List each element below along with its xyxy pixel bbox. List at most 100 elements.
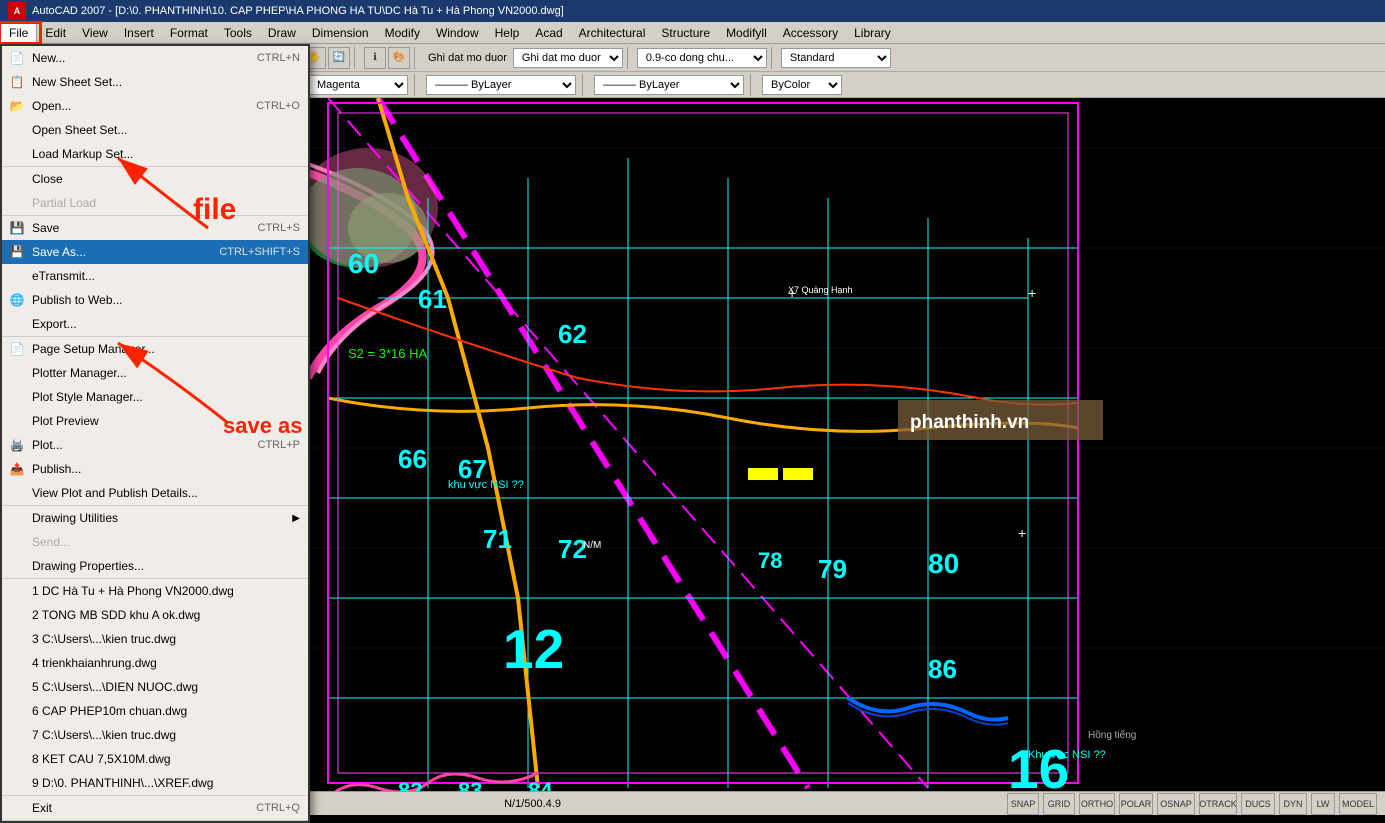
svg-text:16: 16 <box>1008 738 1069 791</box>
svg-text:86: 86 <box>928 654 957 684</box>
svg-text:+: + <box>1018 525 1026 541</box>
menu-accessory[interactable]: Accessory <box>775 22 846 43</box>
tb-standard-select[interactable]: Standard <box>781 48 891 68</box>
file-dropdown-menu: 📄 New... CTRL+N 📋 New Sheet Set... 📂 Ope… <box>0 44 310 823</box>
color-select[interactable]: Magenta <box>308 75 408 95</box>
menu-acad[interactable]: Acad <box>527 22 570 43</box>
linetype-select1[interactable]: ——— ByLayer <box>426 75 576 95</box>
sb-lw[interactable]: LW <box>1311 793 1335 815</box>
publishweb-icon: 🌐 <box>8 291 26 309</box>
menu-edit[interactable]: Edit <box>37 22 74 43</box>
menu-item-plottermgr[interactable]: Plotter Manager... <box>2 361 308 385</box>
menu-tools[interactable]: Tools <box>216 22 260 43</box>
svg-text:83: 83 <box>458 778 482 791</box>
svg-text:X7 Quảng Hạnh: X7 Quảng Hạnh <box>788 285 853 295</box>
sb-ortho[interactable]: ORTHO <box>1079 793 1115 815</box>
tb-text-select[interactable]: Ghi dat mo duor <box>513 48 623 68</box>
menu-insert[interactable]: Insert <box>116 22 162 43</box>
svg-text:84: 84 <box>528 778 553 791</box>
menu-window[interactable]: Window <box>428 22 487 43</box>
menu-section-new: 📄 New... CTRL+N 📋 New Sheet Set... 📂 Ope… <box>2 46 308 167</box>
menu-item-pagesetup[interactable]: 📄 Page Setup Manager... <box>2 337 308 361</box>
tb-scale-select[interactable]: 0.9-co dong chu... <box>637 48 767 68</box>
menu-item-drawprops[interactable]: Drawing Properties... <box>2 554 308 578</box>
menu-item-recent1[interactable]: 1 DC Hà Tu + Hà Phong VN2000.dwg <box>2 579 308 603</box>
menu-item-recent7[interactable]: 7 C:\Users\...\kien truc.dwg <box>2 723 308 747</box>
menu-help[interactable]: Help <box>487 22 528 43</box>
menu-item-open[interactable]: 📂 Open... CTRL+O <box>2 94 308 118</box>
sb-model[interactable]: MODEL <box>1339 793 1377 815</box>
menu-item-new[interactable]: 📄 New... CTRL+N <box>2 46 308 70</box>
menu-item-partialload: Partial Load <box>2 191 308 215</box>
menu-item-recent4[interactable]: 4 trienkhaianhrung.dwg <box>2 651 308 675</box>
tb-sep7 <box>771 47 777 69</box>
new-icon: 📄 <box>8 49 26 67</box>
menu-item-recent5[interactable]: 5 C:\Users\...\DIEN NUOC.dwg <box>2 675 308 699</box>
menu-item-plotpreview[interactable]: Plot Preview <box>2 409 308 433</box>
svg-text:80: 80 <box>928 548 959 579</box>
svg-text:S2 = 3*16 HA: S2 = 3*16 HA <box>348 346 427 361</box>
sb-ducs[interactable]: DUCS <box>1241 793 1275 815</box>
sb-otrack[interactable]: OTRACK <box>1199 793 1237 815</box>
menu-item-plotstyle[interactable]: Plot Style Manager... <box>2 385 308 409</box>
menu-file[interactable]: File <box>0 22 37 43</box>
menu-library[interactable]: Library <box>846 22 899 43</box>
tb-sep-layer3 <box>582 74 588 96</box>
linecolor-select[interactable]: ByColor <box>762 75 842 95</box>
menu-item-publishweb[interactable]: 🌐 Publish to Web... <box>2 288 308 312</box>
menu-item-loadmarkup[interactable]: Load Markup Set... <box>2 142 308 166</box>
sb-grid[interactable]: GRID <box>1043 793 1075 815</box>
menu-structure[interactable]: Structure <box>653 22 718 43</box>
menu-item-recent6[interactable]: 6 CAP PHEP10m chuan.dwg <box>2 699 308 723</box>
menu-item-viewplotdetails[interactable]: View Plot and Publish Details... <box>2 481 308 505</box>
menu-item-recent9[interactable]: 9 D:\0. PHANTHINH\...\XREF.dwg <box>2 771 308 795</box>
sb-osnap[interactable]: OSNAP <box>1157 793 1195 815</box>
menu-section-close: Close Partial Load <box>2 167 308 216</box>
svg-text:Khu vực NSI ??: Khu vực NSI ?? <box>1028 749 1106 761</box>
sb-snap[interactable]: SNAP <box>1007 793 1039 815</box>
svg-text:12: 12 <box>503 618 564 680</box>
menu-item-recent2[interactable]: 2 TONG MB SDD khu A ok.dwg <box>2 603 308 627</box>
tb-3d-orbit[interactable]: 🔄 <box>328 47 350 69</box>
menu-item-recent3[interactable]: 3 C:\Users\...\kien truc.dwg <box>2 627 308 651</box>
svg-text:62: 62 <box>558 319 587 349</box>
menu-item-close[interactable]: Close <box>2 167 308 191</box>
menu-item-publish[interactable]: 📤 Publish... <box>2 457 308 481</box>
sb-polar[interactable]: POLAR <box>1119 793 1153 815</box>
newsheetset-icon: 📋 <box>8 73 26 91</box>
menu-item-plot[interactable]: 🖨️ Plot... CTRL+P <box>2 433 308 457</box>
menu-item-etransmit[interactable]: eTransmit... <box>2 264 308 288</box>
menu-view[interactable]: View <box>74 22 116 43</box>
pagesetup-icon: 📄 <box>8 340 26 358</box>
menu-modifyll[interactable]: Modifyll <box>718 22 775 43</box>
tb-sep-layer4 <box>750 74 756 96</box>
svg-text:78: 78 <box>758 548 782 573</box>
svg-text:71: 71 <box>483 524 512 554</box>
svg-text:phanthinh.vn: phanthinh.vn <box>910 412 1029 433</box>
menu-item-exit[interactable]: Exit CTRL+Q <box>2 796 308 820</box>
menu-architectural[interactable]: Architectural <box>571 22 654 43</box>
saveas-icon: 💾 <box>8 243 26 261</box>
menubar: File Edit View Insert Format Tools Draw … <box>0 22 1385 44</box>
menu-modify[interactable]: Modify <box>377 22 428 43</box>
menu-item-opensheetset[interactable]: Open Sheet Set... <box>2 118 308 142</box>
tb-text-label: Ghi dat mo duor <box>428 52 507 64</box>
app-logo: A <box>8 2 26 20</box>
sb-dyn[interactable]: DYN <box>1279 793 1307 815</box>
menu-item-saveas[interactable]: 💾 Save As... CTRL+SHIFT+S <box>2 240 308 264</box>
tb-properties[interactable]: ℹ <box>364 47 386 69</box>
menu-item-recent8[interactable]: 8 KET CAU 7,5X10M.dwg <box>2 747 308 771</box>
menu-item-newsheetset[interactable]: 📋 New Sheet Set... <box>2 70 308 94</box>
menu-format[interactable]: Format <box>162 22 216 43</box>
svg-text:+: + <box>1028 285 1036 301</box>
menu-item-export[interactable]: Export... <box>2 312 308 336</box>
menu-item-save[interactable]: 💾 Save CTRL+S <box>2 216 308 240</box>
tb-match[interactable]: 🎨 <box>388 47 410 69</box>
sb-coords: N/1/500.4.9 <box>504 798 561 810</box>
menu-dimension[interactable]: Dimension <box>304 22 377 43</box>
linetype-select2[interactable]: ——— ByLayer <box>594 75 744 95</box>
menu-item-drawutils[interactable]: Drawing Utilities ▶ <box>2 506 308 530</box>
menu-section-utils: Drawing Utilities ▶ Send... Drawing Prop… <box>2 506 308 579</box>
menu-draw[interactable]: Draw <box>260 22 304 43</box>
svg-text:khu vực NSI ??: khu vực NSI ?? <box>448 479 524 491</box>
